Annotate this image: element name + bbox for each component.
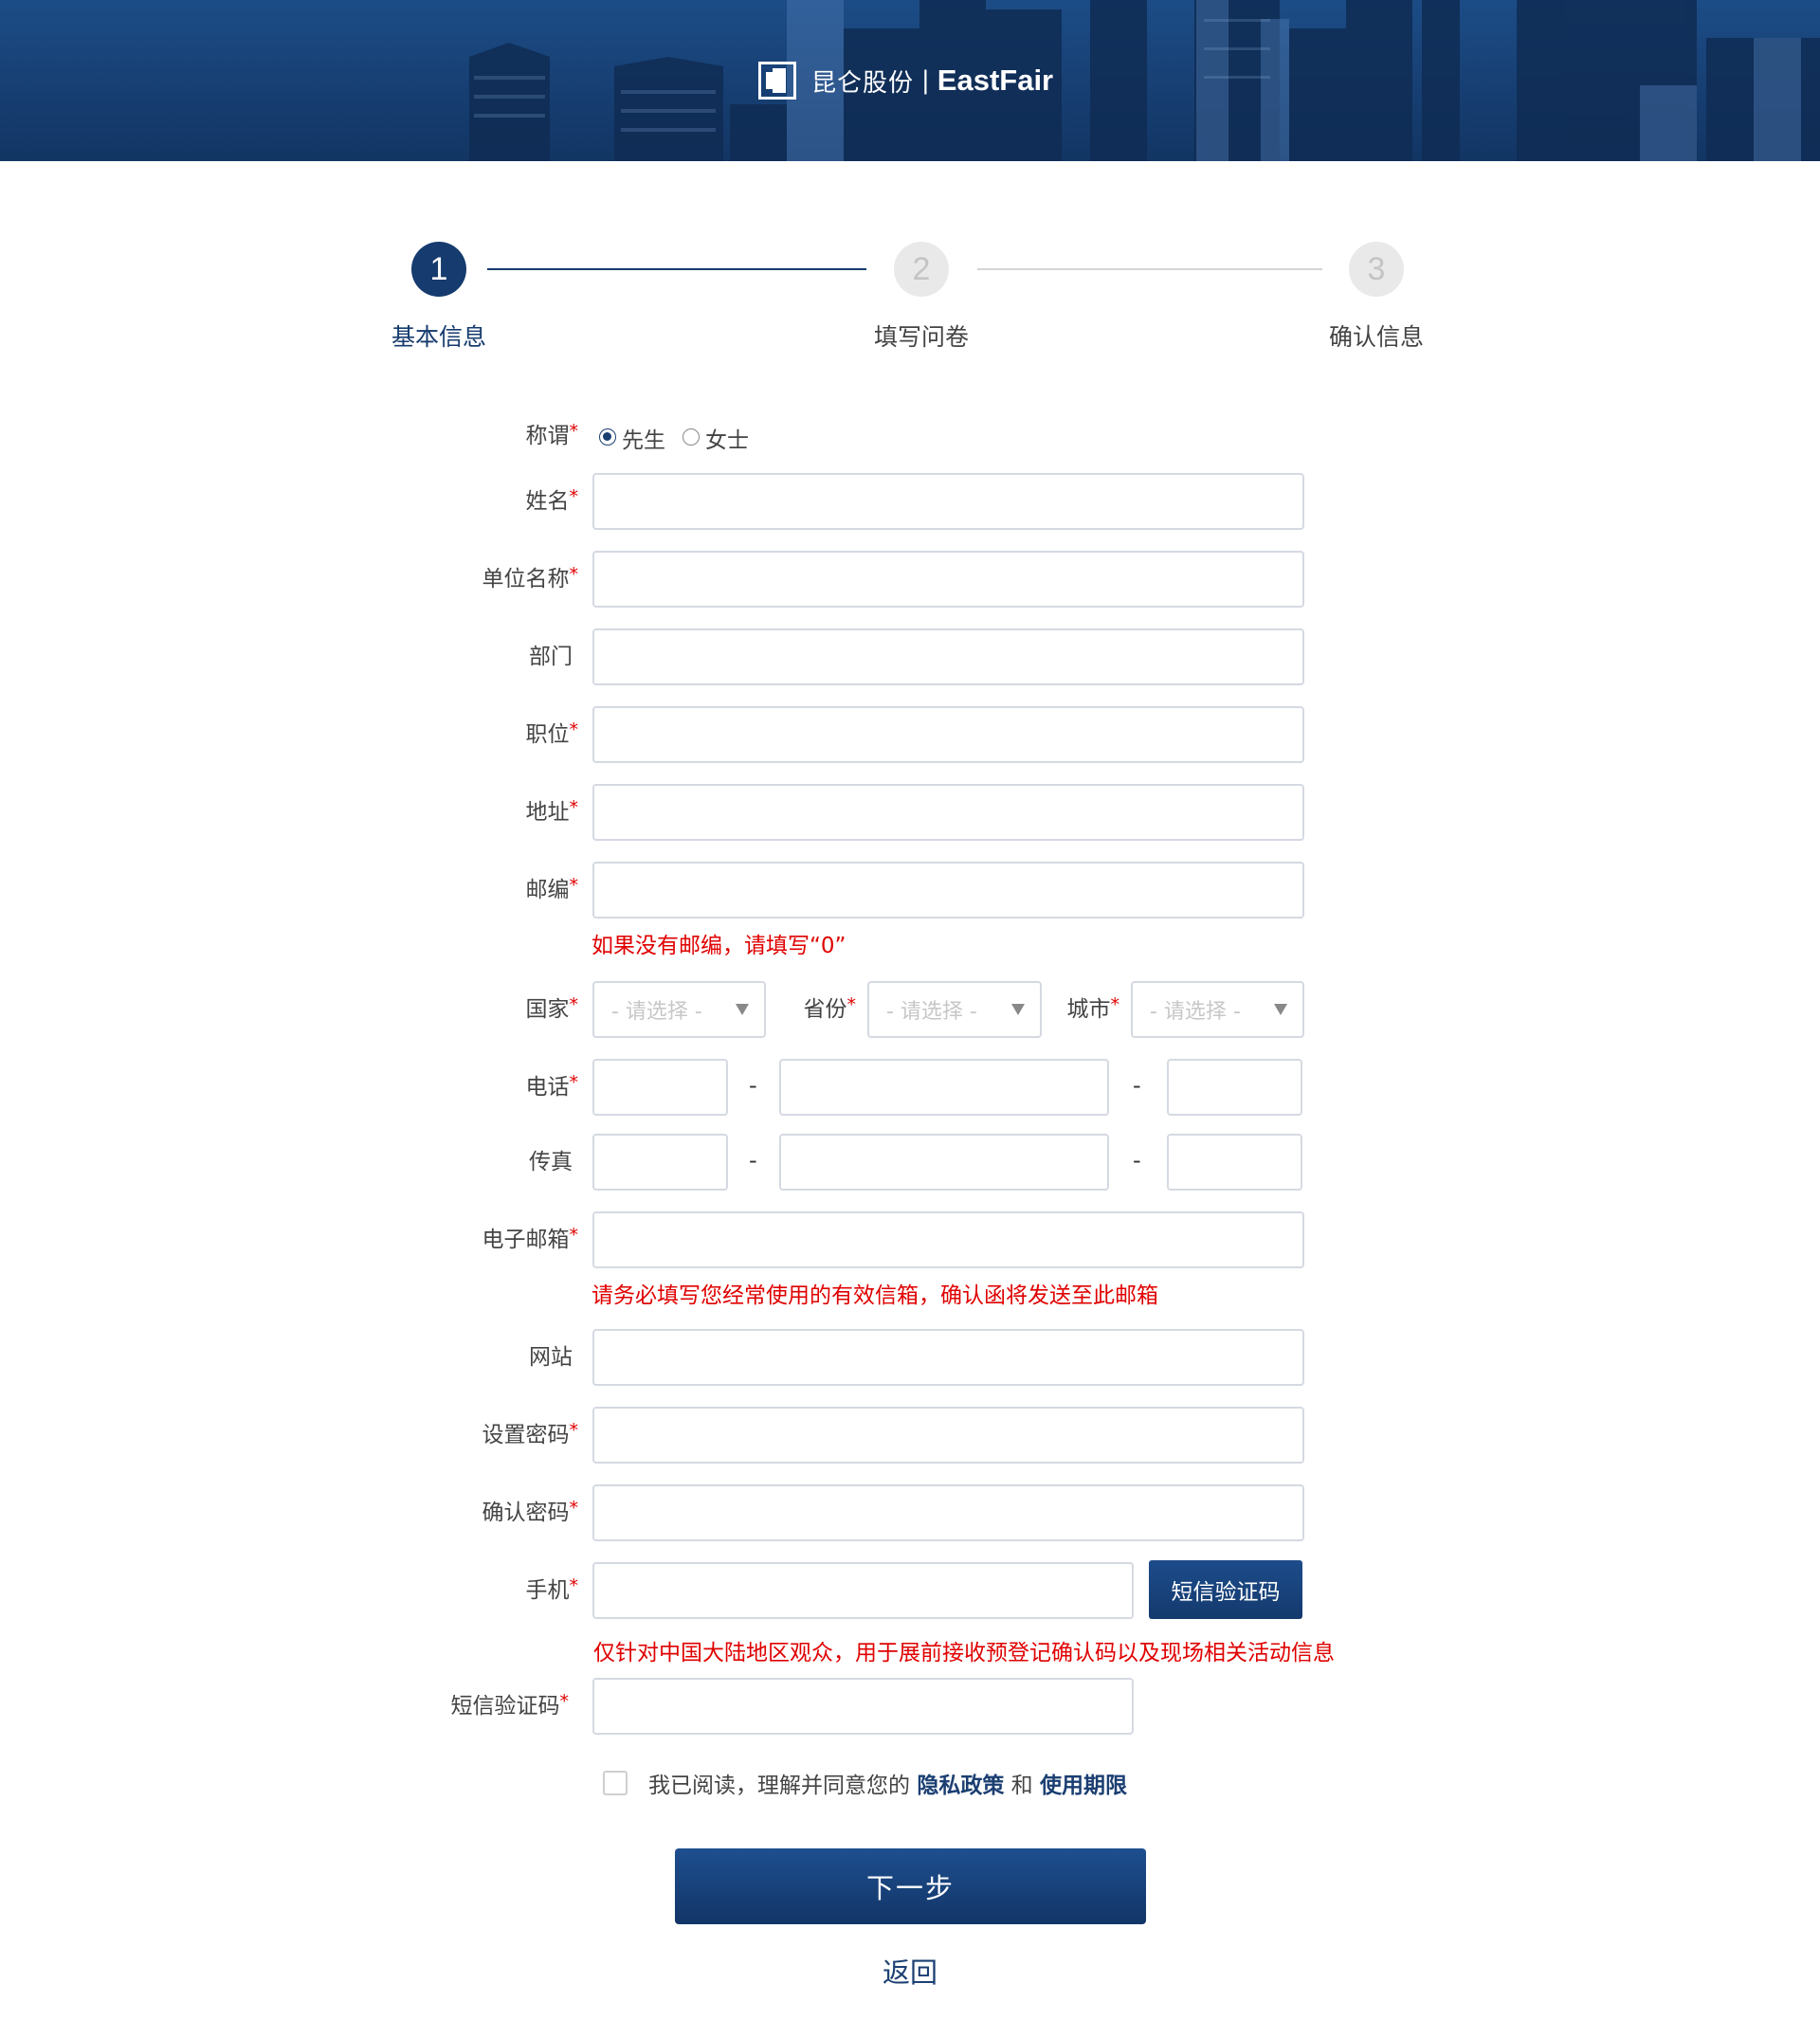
brand-logo: 昆仑股份 | EastFair xyxy=(758,59,1053,102)
city-select[interactable]: - 请选择 - xyxy=(1131,981,1304,1038)
agreement-text: 我已阅读，理解并同意您的 隐私政策 和 使用期限 xyxy=(648,1767,1127,1799)
position-label: 职位* xyxy=(525,719,579,747)
confirm-password-label: 确认密码* xyxy=(482,1498,579,1525)
title-option-ms[interactable]: 女士 xyxy=(705,422,749,454)
step-connector-1 xyxy=(487,268,866,270)
step-2-circle: 2 xyxy=(894,242,949,297)
step-connector-2 xyxy=(977,268,1322,270)
agree-statement: 我已阅读，理解并同意您的 xyxy=(648,1774,910,1798)
company-input[interactable] xyxy=(592,551,1304,608)
email-input[interactable] xyxy=(592,1211,1304,1268)
phone-dash-2: - xyxy=(1133,1072,1141,1099)
title-label: 称谓* xyxy=(525,421,579,448)
step-3-label: 确认信息 xyxy=(1328,323,1424,351)
header-banner: 昆仑股份 | EastFair xyxy=(0,0,1820,161)
logo-mark-icon xyxy=(758,62,796,100)
next-step-button[interactable]: 下一步 xyxy=(675,1848,1146,1924)
province-select-value: - 请选择 - xyxy=(886,1000,977,1024)
back-link[interactable]: 返回 xyxy=(863,1951,957,1991)
city-label: 城市* xyxy=(1066,994,1120,1022)
chevron-down-icon xyxy=(1274,1004,1287,1015)
phone-number-input[interactable] xyxy=(779,1059,1109,1116)
country-label: 国家* xyxy=(525,994,579,1022)
send-sms-code-button[interactable]: 短信验证码 xyxy=(1149,1560,1302,1619)
city-select-value: - 请选择 - xyxy=(1150,1000,1241,1024)
step-2-label: 填写问卷 xyxy=(873,323,969,351)
country-select-value: - 请选择 - xyxy=(611,1000,702,1024)
confirm-password-input[interactable] xyxy=(592,1484,1304,1541)
logo-separator: | xyxy=(921,66,930,95)
country-select[interactable]: - 请选择 - xyxy=(592,981,766,1038)
agree-and-text: 和 xyxy=(1010,1774,1033,1798)
name-label: 姓名* xyxy=(525,486,579,514)
zip-input[interactable] xyxy=(592,862,1304,919)
fax-area-code-input[interactable] xyxy=(592,1134,728,1191)
zip-label: 邮编* xyxy=(525,875,579,902)
title-radio-mr[interactable] xyxy=(599,428,616,446)
logo-english-name: EastFair xyxy=(937,64,1054,97)
step-3-circle: 3 xyxy=(1349,242,1404,297)
province-label: 省份* xyxy=(803,994,857,1022)
company-label: 单位名称* xyxy=(482,564,579,591)
address-input[interactable] xyxy=(592,784,1304,841)
phone-dash-1: - xyxy=(749,1072,757,1099)
email-label: 电子邮箱* xyxy=(482,1225,579,1252)
sms-code-label: 短信验证码* xyxy=(450,1691,570,1719)
phone-area-code-input[interactable] xyxy=(592,1059,728,1116)
step-1-label: 基本信息 xyxy=(391,323,486,351)
department-input[interactable] xyxy=(592,628,1304,685)
mobile-label: 手机* xyxy=(525,1575,579,1603)
name-input[interactable] xyxy=(592,473,1304,530)
phone-label: 电话* xyxy=(525,1072,579,1100)
email-hint: 请务必填写您经常使用的有效信箱，确认函将发送至此邮箱 xyxy=(592,1283,1158,1308)
mobile-input[interactable] xyxy=(592,1562,1134,1619)
password-input[interactable] xyxy=(592,1407,1304,1464)
fax-dash-1: - xyxy=(749,1147,757,1174)
department-label: 部门 xyxy=(529,645,573,669)
chevron-down-icon xyxy=(736,1004,749,1015)
logo-chinese-name: 昆仑股份 xyxy=(811,68,915,98)
step-1-circle: 1 xyxy=(411,242,466,297)
privacy-policy-link[interactable]: 隐私政策 xyxy=(917,1774,1004,1798)
sms-code-input[interactable] xyxy=(592,1678,1134,1735)
chevron-down-icon xyxy=(1011,1004,1025,1015)
fax-dash-2: - xyxy=(1133,1147,1141,1174)
fax-label: 传真 xyxy=(529,1150,573,1174)
terms-of-use-link[interactable]: 使用期限 xyxy=(1040,1774,1127,1798)
title-option-mr[interactable]: 先生 xyxy=(622,422,665,454)
title-radio-ms[interactable] xyxy=(682,428,700,446)
website-input[interactable] xyxy=(592,1329,1304,1386)
province-select[interactable]: - 请选择 - xyxy=(867,981,1042,1038)
address-label: 地址* xyxy=(525,797,579,825)
phone-extension-input[interactable] xyxy=(1167,1059,1302,1116)
fax-number-input[interactable] xyxy=(779,1134,1109,1191)
agree-checkbox[interactable] xyxy=(603,1771,628,1795)
mobile-hint: 仅针对中国大陆地区观众，用于展前接收预登记确认码以及现场相关活动信息 xyxy=(593,1641,1335,1665)
zip-hint: 如果没有邮编，请填写“0” xyxy=(592,934,846,958)
website-label: 网站 xyxy=(529,1345,573,1370)
fax-extension-input[interactable] xyxy=(1167,1134,1302,1191)
position-input[interactable] xyxy=(592,706,1304,763)
password-label: 设置密码* xyxy=(482,1420,579,1447)
